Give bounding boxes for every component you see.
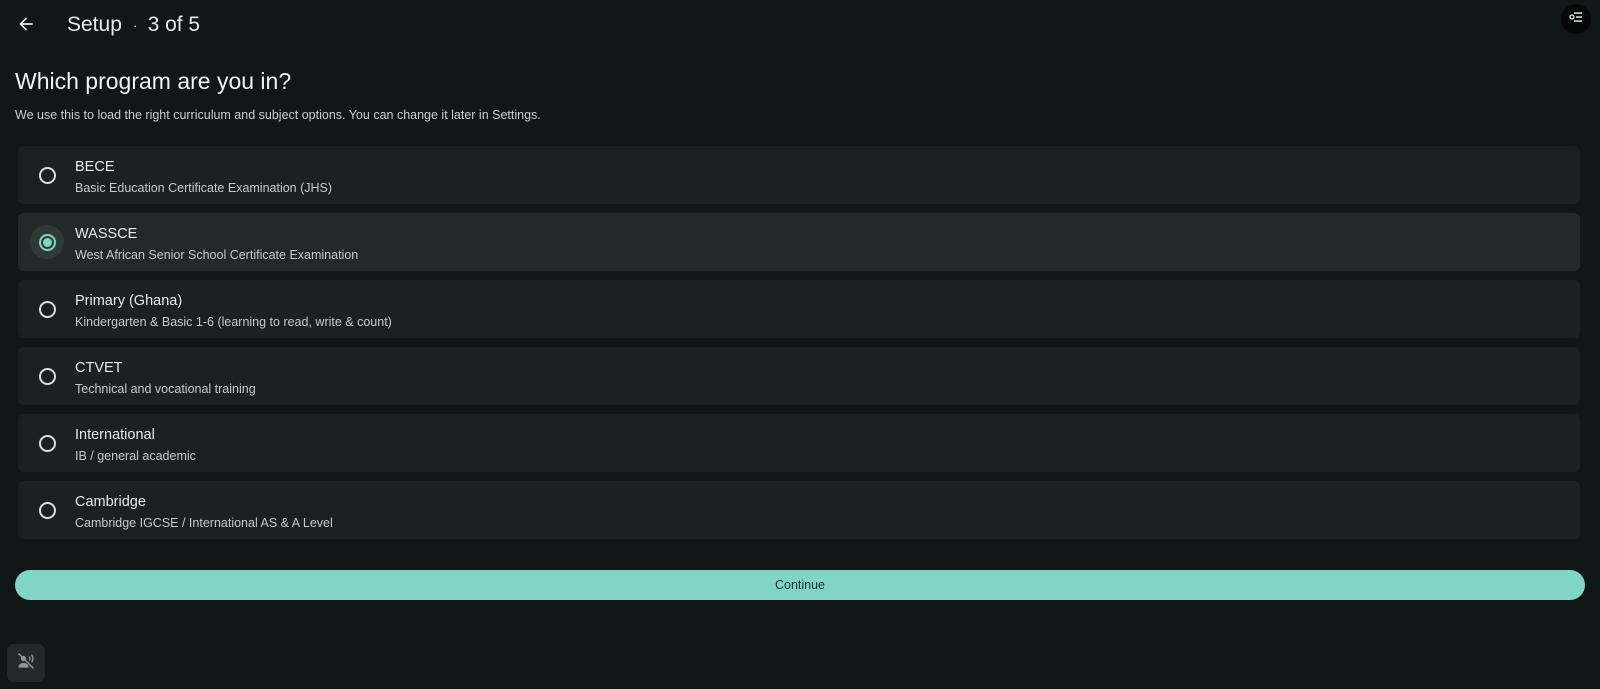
- radio-circle-icon: [38, 434, 56, 452]
- option-wassce[interactable]: WASSCE West African Senior School Certif…: [18, 213, 1580, 271]
- radio-button[interactable]: [30, 225, 64, 259]
- page-subheading: We use this to load the right curriculum…: [15, 108, 541, 122]
- menu-button[interactable]: [1561, 4, 1591, 34]
- radio-circle-icon: [38, 233, 56, 251]
- radio-button[interactable]: [30, 292, 64, 326]
- option-primary-ghana[interactable]: Primary (Ghana) Kindergarten & Basic 1-6…: [18, 280, 1580, 338]
- page-heading: Which program are you in?: [15, 68, 292, 94]
- back-button[interactable]: [12, 12, 40, 40]
- program-options-list: BECE Basic Education Certificate Examina…: [18, 146, 1580, 548]
- option-description: Kindergarten & Basic 1-6 (learning to re…: [75, 315, 392, 329]
- radio-circle-icon: [38, 300, 56, 318]
- page-title: Setup: [67, 13, 122, 36]
- option-title: BECE: [75, 159, 115, 175]
- option-title: International: [75, 427, 155, 443]
- option-description: Cambridge IGCSE / International AS & A L…: [75, 516, 333, 530]
- radio-circle-icon: [38, 166, 56, 184]
- option-cambridge[interactable]: Cambridge Cambridge IGCSE / Internationa…: [18, 481, 1580, 539]
- radio-button[interactable]: [30, 493, 64, 527]
- tune-menu-icon: [1568, 9, 1584, 30]
- voice-off-icon: [16, 651, 36, 676]
- option-title: Primary (Ghana): [75, 293, 183, 309]
- option-title: CTVET: [75, 360, 123, 376]
- option-title: Cambridge: [75, 494, 146, 510]
- option-international[interactable]: International IB / general academic: [18, 414, 1580, 472]
- voice-toggle-button[interactable]: [7, 644, 45, 682]
- top-app-bar: Setup · 3 of 5: [0, 0, 1600, 52]
- option-ctvet[interactable]: CTVET Technical and vocational training: [18, 347, 1580, 405]
- option-bece[interactable]: BECE Basic Education Certificate Examina…: [18, 146, 1580, 204]
- option-description: Basic Education Certificate Examination …: [75, 181, 333, 195]
- option-description: IB / general academic: [75, 449, 196, 463]
- option-description: Technical and vocational training: [75, 382, 256, 396]
- radio-circle-icon: [38, 501, 56, 519]
- title-group: Setup · 3 of 5: [67, 13, 200, 37]
- continue-button[interactable]: Continue: [15, 570, 1585, 600]
- step-indicator: 3 of 5: [147, 13, 201, 36]
- option-title: WASSCE: [75, 226, 138, 242]
- radio-circle-icon: [38, 367, 56, 385]
- arrow-left-icon: [16, 14, 36, 39]
- radio-button[interactable]: [30, 158, 64, 192]
- option-description: West African Senior School Certificate E…: [75, 248, 359, 262]
- title-separator: ·: [132, 17, 138, 33]
- radio-button[interactable]: [30, 359, 64, 393]
- radio-button[interactable]: [30, 426, 64, 460]
